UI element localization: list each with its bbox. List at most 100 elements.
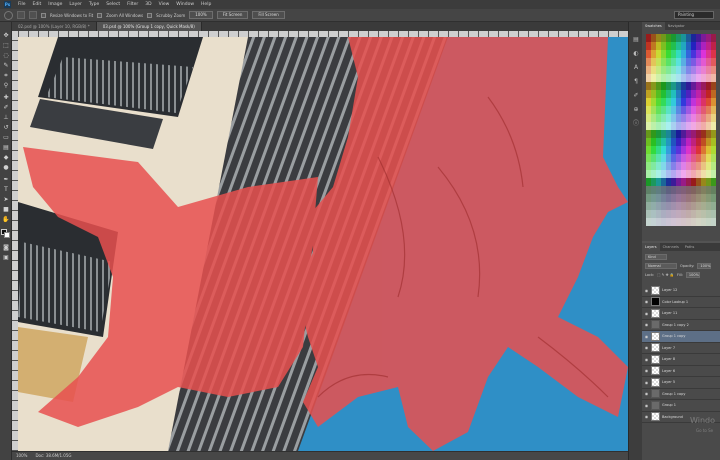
color-swatch[interactable] [671,162,676,170]
color-swatch[interactable] [681,154,686,162]
color-swatch[interactable] [696,90,701,98]
color-swatch[interactable] [676,106,681,114]
color-swatch[interactable] [696,106,701,114]
color-swatch[interactable] [661,130,666,138]
color-swatch[interactable] [651,194,656,202]
color-swatch[interactable] [686,58,691,66]
color-swatch[interactable] [706,42,711,50]
color-swatch[interactable] [686,90,691,98]
color-swatch[interactable] [656,146,661,154]
color-swatch[interactable] [666,218,671,226]
color-swatch[interactable] [711,130,716,138]
color-swatch[interactable] [711,162,716,170]
zoom-tool-icon[interactable] [4,10,13,20]
eyedropper-icon[interactable]: ⚲ [2,82,10,90]
layer-visibility-eye-icon[interactable]: ◉ [644,414,649,419]
color-swatch[interactable] [646,146,651,154]
color-swatch[interactable] [706,58,711,66]
layer-visibility-eye-icon[interactable]: ◉ [644,357,649,362]
color-swatch[interactable] [686,138,691,146]
document-canvas[interactable] [18,37,628,451]
color-swatch[interactable] [676,162,681,170]
tab-paths[interactable]: Paths [682,243,698,251]
color-swatch[interactable] [706,218,711,226]
color-swatch[interactable] [666,210,671,218]
healing-icon[interactable]: ✚ [2,94,10,102]
layer-visibility-eye-icon[interactable]: ◉ [644,380,649,385]
crop-icon[interactable]: ⌗ [2,72,10,80]
color-swatch[interactable] [666,186,671,194]
color-swatch[interactable] [661,66,666,74]
color-swatch[interactable] [666,146,671,154]
color-swatch[interactable] [701,106,706,114]
color-swatch[interactable] [671,186,676,194]
color-swatch[interactable] [676,122,681,130]
color-swatch[interactable] [691,162,696,170]
color-swatch[interactable] [646,106,651,114]
color-swatch[interactable] [646,58,651,66]
color-swatch[interactable] [706,146,711,154]
layer-row[interactable]: ◉ Layer 12 [642,285,720,297]
color-swatch[interactable] [701,34,706,42]
history-brush-icon[interactable]: ↺ [2,124,10,132]
color-swatch[interactable] [666,82,671,90]
color-swatch[interactable] [661,202,666,210]
tab-swatches[interactable]: Swatches [642,22,665,30]
color-swatch[interactable] [646,154,651,162]
color-swatch[interactable] [676,186,681,194]
color-swatch[interactable] [656,114,661,122]
color-swatch[interactable] [676,130,681,138]
color-swatch[interactable] [691,170,696,178]
color-swatch[interactable] [656,130,661,138]
color-swatch[interactable] [681,42,686,50]
color-swatch[interactable] [676,98,681,106]
color-swatch[interactable] [711,202,716,210]
color-swatch[interactable] [656,74,661,82]
blur-icon[interactable]: ◆ [2,154,10,162]
color-swatch[interactable] [671,130,676,138]
color-swatch[interactable] [686,146,691,154]
color-swatch[interactable] [651,106,656,114]
color-swatch[interactable] [656,186,661,194]
layer-row[interactable]: ◉ Group 1 copy [642,389,720,400]
quick-mask-icon[interactable]: ◙ [2,244,10,252]
color-swatch[interactable] [691,58,696,66]
color-swatch[interactable] [686,66,691,74]
color-swatch[interactable] [661,138,666,146]
screen-mode-icon[interactable]: ▣ [2,254,10,262]
color-swatch[interactable] [711,42,716,50]
color-swatch[interactable] [706,34,711,42]
color-swatch[interactable] [696,130,701,138]
color-swatch[interactable] [701,114,706,122]
color-swatch[interactable] [651,186,656,194]
color-swatch[interactable] [686,122,691,130]
color-swatch[interactable] [706,122,711,130]
color-swatch[interactable] [656,58,661,66]
color-swatch[interactable] [686,50,691,58]
color-swatch[interactable] [696,186,701,194]
color-swatch[interactable] [691,210,696,218]
color-swatch[interactable] [646,50,651,58]
color-swatch[interactable] [651,42,656,50]
layer-visibility-eye-icon[interactable]: ◉ [644,288,649,293]
color-swatch[interactable] [676,50,681,58]
color-swatch[interactable] [666,34,671,42]
color-swatch[interactable] [651,154,656,162]
color-swatch[interactable] [646,42,651,50]
status-zoom[interactable]: 100% [16,452,27,460]
color-swatch[interactable] [706,106,711,114]
color-swatch[interactable] [701,42,706,50]
tab-layers[interactable]: Layers [642,243,660,251]
color-swatch[interactable] [671,74,676,82]
color-swatch[interactable] [651,170,656,178]
color-swatch[interactable] [671,90,676,98]
color-swatch[interactable] [646,210,651,218]
layer-visibility-eye-icon[interactable]: ◉ [644,322,649,327]
color-swatch[interactable] [646,90,651,98]
color-swatch[interactable] [656,66,661,74]
color-swatch[interactable] [691,66,696,74]
properties-panel-icon[interactable]: ◐ [632,50,640,57]
color-swatch[interactable] [671,178,676,186]
color-swatch[interactable] [696,74,701,82]
color-swatch[interactable] [706,186,711,194]
